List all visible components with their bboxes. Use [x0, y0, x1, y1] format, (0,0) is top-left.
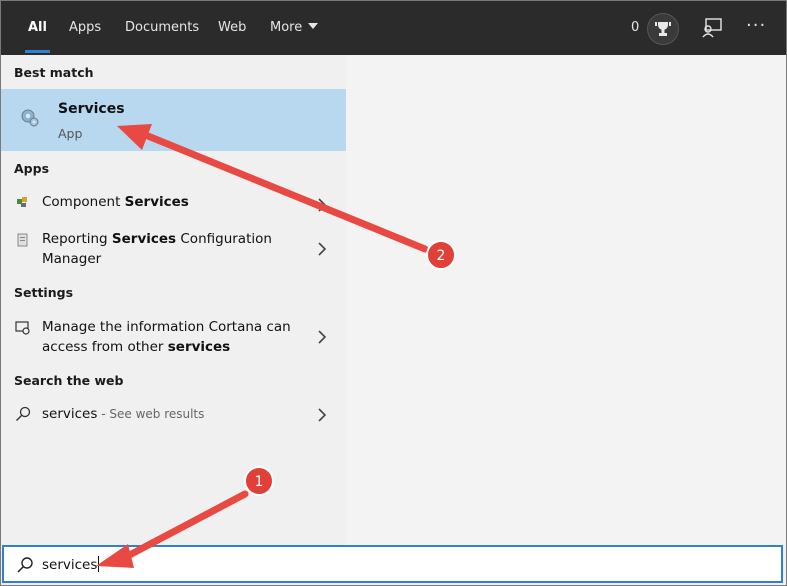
tab-more-label: More [270, 20, 303, 35]
search-icon [15, 406, 31, 422]
tab-web[interactable]: Web [218, 1, 246, 55]
result-label: Manage the information Cortana can access… [42, 319, 291, 355]
best-match-item[interactable]: Services App [1, 89, 346, 151]
section-apps: Apps [14, 161, 50, 176]
result-label: Reporting Services Configuration Manager [42, 231, 272, 267]
best-match-subtitle: App [58, 126, 83, 141]
component-services-icon [15, 194, 31, 210]
tab-documents[interactable]: Documents [125, 1, 199, 55]
result-label: Component Services [42, 194, 189, 210]
result-component-services[interactable]: Component Services [1, 189, 346, 219]
result-reporting-services[interactable]: Reporting Services Configuration Manager [1, 227, 346, 271]
tab-all[interactable]: All [25, 1, 50, 55]
search-icon [16, 556, 34, 574]
reporting-services-icon [15, 232, 31, 248]
more-options-icon[interactable]: ··· [746, 15, 766, 36]
chevron-down-icon [308, 23, 319, 29]
chevron-right-icon[interactable] [317, 197, 327, 212]
chevron-right-icon[interactable] [317, 241, 327, 256]
search-box[interactable]: services [2, 545, 783, 583]
preview-pane [346, 55, 786, 545]
chevron-right-icon[interactable] [317, 407, 327, 422]
services-gear-icon [19, 107, 41, 129]
results-panel: Best match Services App Apps Component S… [1, 55, 346, 585]
section-search-web: Search the web [14, 373, 124, 388]
section-settings: Settings [14, 285, 74, 300]
search-input[interactable]: services [42, 556, 100, 573]
result-label: services - See web results [42, 406, 205, 422]
trophy-icon[interactable] [647, 13, 679, 45]
search-window: All Apps Documents Web More 0 ··· Best m… [0, 0, 787, 586]
chevron-right-icon[interactable] [317, 329, 327, 344]
permissions-icon [15, 320, 31, 336]
result-web-search[interactable]: services - See web results [1, 401, 346, 431]
filter-bar: All Apps Documents Web More 0 ··· [1, 1, 786, 55]
points-count: 0 [631, 20, 640, 35]
tab-more[interactable]: More [270, 1, 319, 55]
tab-apps[interactable]: Apps [69, 1, 101, 55]
section-best-match: Best match [14, 65, 94, 80]
result-cortana-setting[interactable]: Manage the information Cortana can access… [1, 315, 346, 359]
feedback-icon[interactable] [701, 17, 723, 39]
best-match-title: Services [58, 101, 125, 117]
